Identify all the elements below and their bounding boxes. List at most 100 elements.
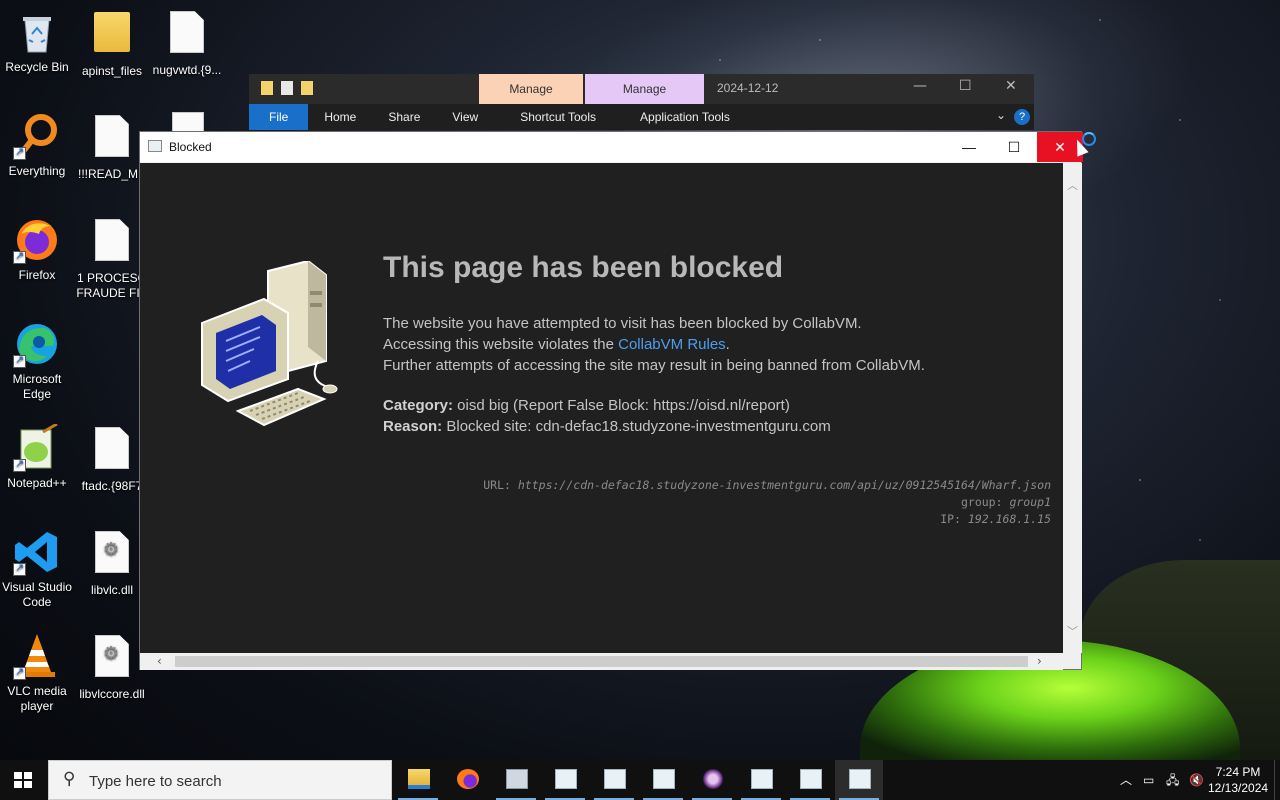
properties-icon[interactable]: [281, 81, 293, 95]
control-panel-icon: [506, 769, 528, 789]
desktop-icon-read-me[interactable]: !!!READ_ME: [75, 112, 149, 182]
minimize-icon[interactable]: —: [913, 78, 927, 94]
dll-file-icon: [88, 635, 136, 683]
start-button[interactable]: [14, 772, 32, 788]
new-folder-icon[interactable]: [301, 81, 313, 95]
folder-icon[interactable]: [261, 81, 273, 95]
taskbar-search-box[interactable]: ⚲ Type here to search: [48, 760, 392, 800]
desktop-icon-nugvwtd[interactable]: nugvwtd.{9...: [150, 8, 224, 78]
scroll-right-icon[interactable]: ›: [1037, 653, 1042, 670]
group-row: group: group1: [960, 495, 1051, 509]
vscode-icon: [13, 528, 61, 576]
shortcut-arrow-icon: [13, 457, 26, 472]
taskbar-file-explorer[interactable]: [394, 760, 442, 800]
window-icon: [653, 769, 675, 789]
tab-manage-application[interactable]: Manage: [585, 74, 704, 104]
ribbon-tab-view[interactable]: View: [436, 104, 494, 130]
shortcut-arrow-icon: [13, 665, 26, 680]
taskbar-window-4[interactable]: [737, 760, 785, 800]
clock-date: 12/13/2024: [1208, 781, 1269, 795]
close-icon[interactable]: ✕: [1005, 78, 1017, 94]
scroll-up-icon[interactable]: ︿: [1067, 177, 1078, 193]
window-icon: [604, 769, 626, 789]
dll-file-icon: [88, 531, 136, 579]
firefox-icon: [13, 216, 61, 264]
network-icon[interactable]: 🖧: [1166, 760, 1179, 800]
blocked-window: Blocked — ☐ ✕ This page has been blocked…: [139, 131, 1083, 670]
ribbon-tab-file[interactable]: File: [249, 104, 309, 130]
blocked-message: The website you have attempted to visit …: [383, 313, 925, 376]
help-icon[interactable]: ?: [1014, 109, 1030, 125]
tab-manage-shortcut[interactable]: Manage: [479, 74, 583, 104]
taskbar-window-3[interactable]: [639, 760, 687, 800]
category-row: Category: oisd big (Report False Block: …: [383, 395, 831, 416]
ribbon-tab-application-tools[interactable]: Application Tools: [612, 104, 746, 130]
file-icon: [88, 115, 136, 163]
blocked-window-titlebar[interactable]: Blocked — ☐ ✕: [140, 132, 1083, 162]
maximize-icon[interactable]: ☐: [959, 78, 972, 94]
file-explorer-window: Manage Manage 2024-12-12 — ☐ ✕ File Home…: [249, 74, 1034, 130]
desktop-icon-firefox[interactable]: Firefox: [0, 216, 74, 283]
ribbon-tab-home[interactable]: Home: [308, 104, 372, 130]
reason-label: Reason:: [383, 418, 443, 435]
ribbon-tab-shortcut-tools[interactable]: Shortcut Tools: [494, 104, 612, 130]
desktop-icon-vlc-media-player[interactable]: VLC media player: [0, 632, 74, 714]
window-icon: [751, 769, 773, 789]
url-value: https://cdn-defac18.studyzone-investment…: [510, 478, 1051, 492]
desktop-icon-everything[interactable]: Everything: [0, 112, 74, 179]
desktop-icon-visual-studio-code[interactable]: Visual Studio Code: [0, 528, 74, 610]
scroll-down-icon[interactable]: ﹀: [1067, 623, 1078, 639]
chevron-up-icon[interactable]: ︿: [1120, 760, 1132, 800]
taskbar: ⚲ Type here to search ︿ ▭ 🖧 🔇 7:24 PM 12…: [0, 760, 1280, 800]
horizontal-scrollbar[interactable]: ‹ ›: [140, 653, 1063, 670]
maximize-button[interactable]: ☐: [991, 132, 1037, 162]
taskbar-clock[interactable]: 7:24 PM 12/13/2024: [1208, 764, 1268, 796]
desktop-icon-recycle-bin[interactable]: Recycle Bin: [0, 8, 74, 75]
desktop-icon-apinst-files[interactable]: apinst_files: [75, 8, 149, 79]
block-details: Category: oisd big (Report False Block: …: [383, 395, 831, 437]
volume-muted-icon[interactable]: 🔇: [1189, 760, 1204, 800]
minimize-button[interactable]: —: [946, 132, 992, 162]
keyboard-icon[interactable]: ▭: [1143, 760, 1154, 800]
collabvm-rules-link[interactable]: CollabVM Rules: [618, 336, 726, 353]
taskbar-window-blocked[interactable]: [835, 760, 883, 800]
chevron-down-icon[interactable]: ⌄: [996, 108, 1006, 122]
blocked-page-content: This page has been blocked The website y…: [140, 163, 1063, 653]
url-row: URL: https://cdn-defac18.studyzone-inves…: [483, 478, 1051, 492]
desktop-icon-libvlccore-dll[interactable]: libvlccore.dll: [75, 632, 149, 702]
ip-value: 192.168.1.15: [960, 512, 1051, 526]
desktop-icon-ftadc[interactable]: ftadc.{98F7: [75, 424, 149, 494]
show-desktop-button[interactable]: [1274, 760, 1280, 800]
taskbar-firefox[interactable]: [443, 760, 491, 800]
scroll-left-icon[interactable]: ‹: [157, 653, 162, 670]
taskbar-control-panel[interactable]: [492, 760, 540, 800]
shortcut-arrow-icon: [13, 561, 26, 576]
desktop-icon-libvlc-dll[interactable]: libvlc.dll: [75, 528, 149, 598]
folder-icon: [88, 12, 136, 60]
file-explorer-icon: [408, 769, 430, 789]
vertical-scrollbar[interactable]: ︿ ﹀: [1063, 163, 1082, 653]
avatar-app-icon: [702, 769, 724, 789]
desktop-icon-microsoft-edge[interactable]: Microsoft Edge: [0, 320, 74, 402]
ribbon-tab-share[interactable]: Share: [372, 104, 436, 130]
vlc-cone-icon: [13, 632, 61, 680]
window-icon: [849, 769, 871, 789]
file-icon: [88, 219, 136, 267]
desktop-icon-proceso-fraude[interactable]: 1 PROCESO FRAUDE FIS: [75, 216, 149, 301]
group-value: group1: [1002, 495, 1051, 509]
explorer-titlebar: Manage Manage 2024-12-12 — ☐ ✕: [249, 74, 1034, 104]
desktop-icon-notepad-plus-plus[interactable]: Notepad++: [0, 422, 74, 491]
horizontal-scroll-thumb[interactable]: [175, 656, 1028, 667]
explorer-title: 2024-12-12: [717, 81, 779, 95]
shortcut-arrow-icon: [13, 249, 26, 264]
file-icon: [172, 112, 204, 132]
recycle-bin-icon: [13, 8, 61, 56]
message-line-2: Accessing this website violates the Coll…: [383, 336, 730, 353]
taskbar-avatar-app[interactable]: [688, 760, 736, 800]
window-title: Blocked: [169, 140, 212, 154]
taskbar-window-1[interactable]: [541, 760, 589, 800]
taskbar-window-2[interactable]: [590, 760, 638, 800]
request-details: URL: https://cdn-defac18.studyzone-inves…: [483, 477, 1051, 528]
page-title: This page has been blocked: [383, 251, 784, 284]
taskbar-window-5[interactable]: [786, 760, 834, 800]
